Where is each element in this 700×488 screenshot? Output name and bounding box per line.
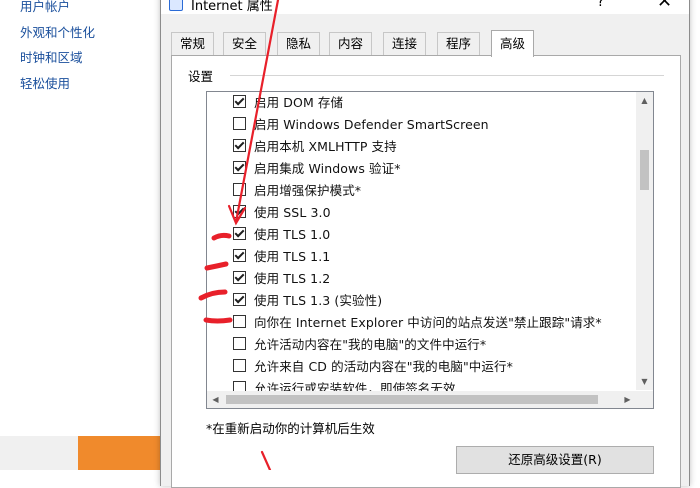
setting-label: 允许活动内容在"我的电脑"的文件中运行*	[254, 336, 487, 352]
advanced-tab-panel: 设置 启用 DOM 存储启用 Windows Defender SmartScr…	[171, 55, 681, 488]
setting-row[interactable]: 启用本机 XMLHTTP 支持	[207, 134, 635, 156]
setting-label: 启用集成 Windows 验证*	[254, 160, 401, 176]
setting-label: 使用 TLS 1.2	[254, 270, 331, 286]
checkbox-unchecked[interactable]	[233, 116, 246, 130]
setting-row[interactable]: 允许来自 CD 的活动内容在"我的电脑"中运行*	[207, 354, 635, 376]
setting-row[interactable]: 使用 TLS 1.1	[207, 244, 635, 266]
tab-programs[interactable]: 程序	[437, 32, 481, 55]
internet-options-icon	[169, 0, 183, 11]
setting-row[interactable]: 启用 DOM 存储	[207, 92, 635, 112]
close-button[interactable]: ✕	[657, 0, 672, 12]
internet-properties-dialog: Internet 属性 ? ✕ 常规 安全 隐私 内容 连接 程序 高级 设置 …	[160, 0, 690, 488]
background-right-strip	[689, 0, 700, 470]
tab-security[interactable]: 安全	[223, 32, 267, 55]
vertical-scrollbar[interactable]: ▲ ▼	[636, 92, 653, 390]
tab-strip: 常规 安全 隐私 内容 连接 程序 高级	[171, 30, 681, 57]
checkbox-checked[interactable]	[233, 292, 246, 306]
scroll-down-icon[interactable]: ▼	[636, 373, 653, 390]
checkbox-checked[interactable]	[233, 94, 246, 108]
settings-group-label: 设置	[188, 69, 214, 84]
horizontal-scrollbar[interactable]: ◀ ▶	[207, 391, 653, 408]
restart-note: *在重新启动你的计算机后生效	[206, 421, 375, 436]
setting-label: 向你在 Internet Explorer 中访问的站点发送"禁止跟踪"请求*	[254, 314, 602, 330]
setting-label: 使用 TLS 1.1	[254, 248, 331, 264]
scroll-left-icon[interactable]: ◀	[207, 391, 224, 408]
dialog-title: Internet 属性	[191, 0, 273, 14]
checkbox-checked[interactable]	[233, 270, 246, 284]
checkbox-unchecked[interactable]	[233, 182, 246, 196]
title-bar[interactable]: Internet 属性 ? ✕	[161, 0, 689, 14]
setting-row[interactable]: 允许活动内容在"我的电脑"的文件中运行*	[207, 332, 635, 354]
horizontal-scroll-thumb[interactable]	[226, 395, 598, 404]
checkbox-checked[interactable]	[233, 248, 246, 262]
setting-row[interactable]: 使用 SSL 3.0	[207, 200, 635, 222]
setting-row[interactable]: 启用集成 Windows 验证*	[207, 156, 635, 178]
checkbox-unchecked[interactable]	[233, 314, 246, 328]
setting-row[interactable]: 向你在 Internet Explorer 中访问的站点发送"禁止跟踪"请求*	[207, 310, 635, 332]
setting-label: 使用 SSL 3.0	[254, 204, 331, 220]
setting-row[interactable]: 启用增强保护模式*	[207, 178, 635, 200]
setting-row[interactable]: 使用 TLS 1.2	[207, 266, 635, 288]
checkbox-checked[interactable]	[233, 138, 246, 152]
nav-item-appearance[interactable]: 外观和个性化	[20, 22, 95, 41]
group-divider	[230, 75, 664, 76]
orange-tile	[78, 436, 160, 470]
scroll-right-icon[interactable]: ▶	[619, 391, 636, 408]
setting-label: 启用 DOM 存储	[254, 94, 344, 110]
nav-item-ease-of-access[interactable]: 轻松使用	[20, 73, 70, 92]
tab-advanced[interactable]: 高级	[491, 30, 535, 57]
tab-content[interactable]: 内容	[329, 32, 373, 55]
control-panel-nav: 用户帐户 外观和个性化 时钟和区域 轻松使用	[0, 0, 160, 470]
tab-connections[interactable]: 连接	[383, 32, 427, 55]
help-button[interactable]: ?	[597, 0, 604, 10]
scroll-up-icon[interactable]: ▲	[636, 92, 653, 109]
setting-label: 使用 TLS 1.3 (实验性)	[254, 292, 383, 308]
setting-label: 启用 Windows Defender SmartScreen	[254, 116, 489, 132]
nav-item-user-accounts[interactable]: 用户帐户	[20, 0, 70, 15]
vertical-scroll-thumb[interactable]	[640, 150, 649, 190]
setting-row[interactable]: 启用 Windows Defender SmartScreen	[207, 112, 635, 134]
setting-label: 允许来自 CD 的活动内容在"我的电脑"中运行*	[254, 358, 513, 374]
checkbox-checked[interactable]	[233, 160, 246, 174]
scrollbar-corner	[636, 391, 653, 408]
checkbox-unchecked[interactable]	[233, 336, 246, 350]
settings-list[interactable]: 启用 DOM 存储启用 Windows Defender SmartScreen…	[206, 91, 654, 409]
nav-item-clock-region[interactable]: 时钟和区域	[20, 47, 83, 66]
setting-label: 启用增强保护模式*	[254, 182, 362, 198]
setting-row[interactable]: 使用 TLS 1.0	[207, 222, 635, 244]
checkbox-unchecked[interactable]	[233, 358, 246, 372]
setting-label: 使用 TLS 1.0	[254, 226, 331, 242]
setting-label: 启用本机 XMLHTTP 支持	[254, 138, 397, 154]
tab-privacy[interactable]: 隐私	[277, 32, 321, 55]
checkbox-checked[interactable]	[233, 204, 246, 218]
setting-row[interactable]: 使用 TLS 1.3 (实验性)	[207, 288, 635, 310]
checkbox-checked[interactable]	[233, 226, 246, 240]
tab-general[interactable]: 常规	[171, 32, 215, 55]
